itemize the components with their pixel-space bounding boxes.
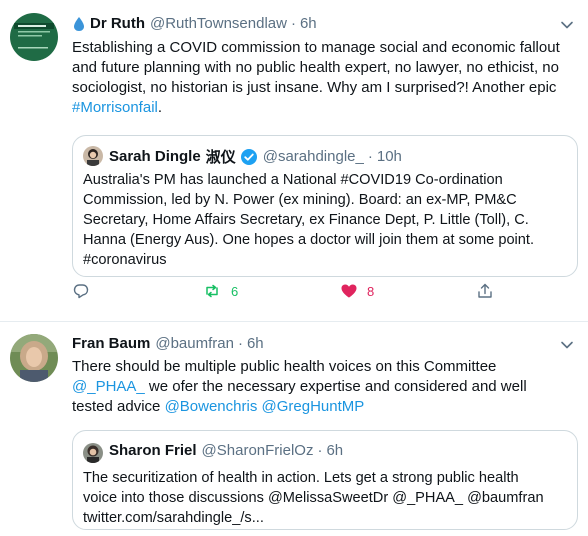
separator-dot: · (317, 442, 323, 459)
quoted-text: Australia's PM has launched a National #… (83, 170, 573, 270)
tweet-text-line: and future planning with no public healt… (72, 59, 559, 76)
like-count: 8 (367, 283, 375, 299)
share-icon (476, 282, 494, 300)
chevron-down-icon[interactable] (558, 16, 576, 34)
author-handle[interactable]: @baumfran (155, 335, 234, 352)
separator-dot: · (237, 335, 243, 352)
quoted-author-name-suffix: 淑仪 (205, 149, 236, 166)
reply-button[interactable] (72, 282, 90, 300)
quoted-author-name: Sharon Friel (109, 442, 197, 459)
tweet-text: There should be multiple public health v… (72, 357, 582, 417)
quoted-tweet[interactable]: Sharon Friel @SharonFrielOz · 6h The sec… (72, 430, 578, 530)
hashtag-link[interactable]: #Morrisonfail (72, 99, 158, 116)
like-button[interactable]: 8 (340, 282, 374, 300)
quoted-timestamp: 10h (376, 148, 402, 165)
droplet-icon (72, 16, 86, 32)
retweet-count: 6 (231, 283, 239, 299)
timestamp[interactable]: 6h (300, 15, 317, 32)
avatar[interactable] (10, 13, 58, 61)
avatar[interactable] (10, 334, 58, 382)
quoted-timestamp: 6h (326, 442, 344, 459)
mention-link[interactable]: @_PHAA_ (72, 378, 145, 395)
quoted-text-line: twitter.com/sarahdingle_/s... (83, 510, 264, 526)
separator-dot: · (367, 148, 373, 165)
tweet[interactable]: Fran Baum @baumfran · 6h There should be… (0, 322, 588, 536)
retweet-button[interactable]: 6 (203, 282, 238, 300)
quoted-text-line: Commission, led by N. Power (ex mining).… (83, 192, 517, 208)
quoted-author-name: Sarah Dingle (109, 148, 201, 165)
quoted-text-line: voice into those discussions @MelissaSwe… (83, 490, 544, 506)
quoted-text-line: The securitization of health in action. … (83, 470, 519, 486)
tweet[interactable]: Dr Ruth @RuthTownsendlaw · 6h Establishi… (0, 0, 588, 322)
quoted-text-line: #coronavirus (83, 252, 167, 268)
author-handle[interactable]: @RuthTownsendlaw (150, 15, 287, 32)
quoted-text-line: Australia's PM has launched a National #… (83, 172, 503, 188)
timestamp[interactable]: 6h (247, 335, 264, 352)
separator-dot: · (290, 15, 296, 32)
mention-link[interactable]: @Bowenchris (165, 398, 258, 415)
quoted-avatar (83, 146, 103, 166)
quoted-text-line: Secretary, Home Affairs Secretary, ex Fi… (83, 212, 529, 228)
quoted-tweet[interactable]: Sarah Dingle 淑仪 @sarahdingle_ · 10h Aust… (72, 135, 578, 277)
tweet-text-line: There should be multiple public health v… (72, 358, 497, 375)
quoted-text: The securitization of health in action. … (83, 468, 573, 528)
author-name[interactable]: Dr Ruth (90, 15, 145, 32)
verified-icon (240, 148, 258, 166)
quoted-author-handle: @SharonFrielOz (201, 442, 314, 459)
tweet-text-line: Establishing a COVID commission to manag… (72, 39, 560, 56)
share-button[interactable] (476, 282, 494, 300)
chevron-down-icon[interactable] (558, 336, 576, 354)
quoted-avatar (83, 443, 103, 463)
tweet-text-line: tested advice (72, 398, 165, 415)
mention-link[interactable]: @GregHuntMP (262, 398, 365, 415)
quoted-author-handle: @sarahdingle_ (262, 148, 364, 165)
tweet-text: Establishing a COVID commission to manag… (72, 38, 582, 118)
quoted-text-line: Hanna (Energy Aus). One hopes a doctor w… (83, 232, 535, 248)
reply-icon (72, 282, 90, 300)
retweet-icon (203, 282, 221, 300)
author-name[interactable]: Fran Baum (72, 335, 150, 352)
tweet-text-punct: . (157, 99, 163, 116)
tweet-text-line: we ofer the necessary expertise and cons… (144, 378, 527, 395)
tweet-text-line: sociologist, no historian is just insane… (72, 79, 557, 96)
like-icon (340, 282, 358, 300)
